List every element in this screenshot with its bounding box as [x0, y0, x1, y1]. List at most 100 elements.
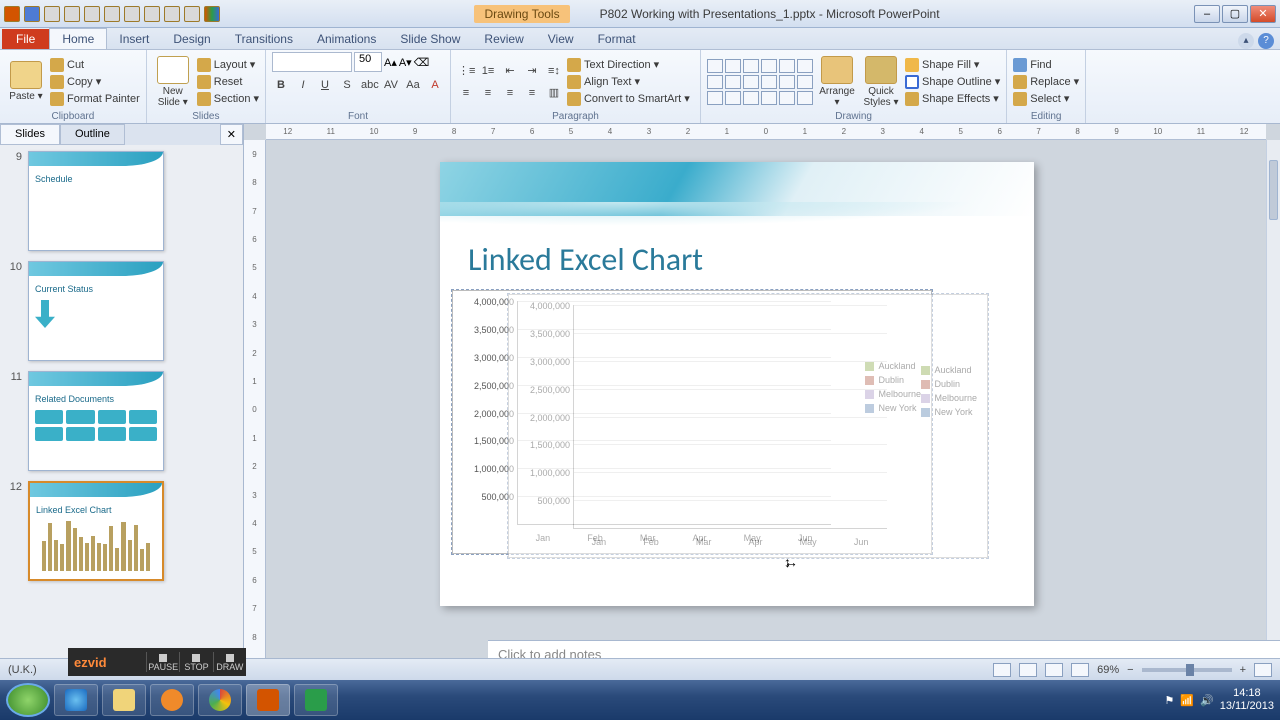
- tab-format[interactable]: Format: [586, 29, 648, 49]
- char-spacing-button[interactable]: AV: [382, 76, 400, 94]
- section-button[interactable]: Section ▾: [197, 91, 259, 107]
- italic-button[interactable]: I: [294, 76, 312, 94]
- minimize-button[interactable]: –: [1194, 5, 1220, 23]
- reset-button[interactable]: Reset: [197, 74, 259, 90]
- font-name-select[interactable]: [272, 52, 352, 72]
- shape-fill-button[interactable]: Shape Fill ▾: [905, 57, 1000, 73]
- tab-animations[interactable]: Animations: [305, 29, 388, 49]
- tab-review[interactable]: Review: [472, 29, 535, 49]
- taskbar[interactable]: ⚑ 📶 🔊 14:1813/11/2013: [0, 680, 1280, 720]
- save-icon[interactable]: [24, 6, 40, 22]
- align-text-button[interactable]: Align Text ▾: [567, 74, 690, 90]
- system-tray[interactable]: ⚑ 📶 🔊 14:1813/11/2013: [1164, 687, 1274, 713]
- font-color-button[interactable]: A: [426, 76, 444, 94]
- tab-slide-show[interactable]: Slide Show: [388, 29, 472, 49]
- slide-title[interactable]: Linked Excel Chart: [468, 240, 1034, 279]
- align-right-button[interactable]: ≡: [501, 84, 519, 102]
- tab-slides[interactable]: Slides: [0, 124, 60, 145]
- font-size-select[interactable]: 50: [354, 52, 382, 72]
- shape-outline-button[interactable]: Shape Outline ▾: [905, 74, 1000, 90]
- align-center-button[interactable]: ≡: [479, 84, 497, 102]
- find-button[interactable]: Find: [1013, 57, 1079, 73]
- slide[interactable]: Linked Excel Chart 500,0001,000,0001,500…: [440, 162, 1034, 606]
- tab-transitions[interactable]: Transitions: [223, 29, 305, 49]
- align-left-button[interactable]: ≡: [457, 84, 475, 102]
- tray-volume-icon[interactable]: 🔊: [1200, 694, 1214, 707]
- email-icon[interactable]: [124, 6, 140, 22]
- new-icon[interactable]: [84, 6, 100, 22]
- underline-button[interactable]: U: [316, 76, 334, 94]
- recorder-stop-button[interactable]: STOP: [179, 652, 212, 672]
- tray-flag-icon[interactable]: ⚑: [1164, 694, 1174, 707]
- vertical-scrollbar[interactable]: [1266, 140, 1280, 680]
- zoom-in-button[interactable]: +: [1240, 664, 1246, 676]
- paste-button[interactable]: Paste ▾: [6, 61, 46, 102]
- tab-view[interactable]: View: [536, 29, 586, 49]
- spelling-icon[interactable]: [184, 6, 200, 22]
- recorder-pause-button[interactable]: PAUSE: [146, 652, 179, 672]
- arrange-button[interactable]: Arrange ▾: [817, 56, 857, 108]
- line-spacing-button[interactable]: ≡↕: [545, 62, 563, 80]
- fit-window-button[interactable]: [1254, 663, 1272, 677]
- taskbar-clock[interactable]: 14:1813/11/2013: [1220, 687, 1274, 713]
- taskbar-powerpoint[interactable]: [246, 684, 290, 716]
- zoom-slider[interactable]: [1142, 668, 1232, 672]
- screen-recorder-overlay[interactable]: ezvid PAUSE STOP DRAW: [68, 648, 246, 676]
- shadow-button[interactable]: abc: [360, 76, 378, 94]
- chart-icon[interactable]: [204, 6, 220, 22]
- thumbnail-list[interactable]: 9 Schedule 10 Current Status 11 Related …: [0, 145, 243, 680]
- taskbar-chrome[interactable]: [198, 684, 242, 716]
- sorter-view-button[interactable]: [1019, 663, 1037, 677]
- copy-button[interactable]: Copy ▾: [50, 74, 140, 90]
- quickprint-icon[interactable]: [144, 6, 160, 22]
- new-slide-button[interactable]: New Slide ▾: [153, 56, 193, 108]
- cut-button[interactable]: Cut: [50, 57, 140, 73]
- minimize-ribbon-icon[interactable]: ▴: [1238, 33, 1254, 49]
- zoom-out-button[interactable]: −: [1127, 664, 1133, 676]
- reading-view-button[interactable]: [1045, 663, 1063, 677]
- maximize-button[interactable]: ▢: [1222, 5, 1248, 23]
- taskbar-ie[interactable]: [54, 684, 98, 716]
- shrink-font-icon[interactable]: A▾: [399, 56, 412, 69]
- quick-styles-button[interactable]: Quick Styles ▾: [861, 56, 901, 108]
- slide-thumbnail[interactable]: Schedule: [28, 151, 164, 251]
- taskbar-excel[interactable]: [294, 684, 338, 716]
- clear-format-icon[interactable]: ⌫: [414, 56, 430, 69]
- recorder-draw-button[interactable]: DRAW: [213, 652, 246, 672]
- text-direction-button[interactable]: Text Direction ▾: [567, 57, 690, 73]
- preview-icon[interactable]: [164, 6, 180, 22]
- close-button[interactable]: ✕: [1250, 5, 1276, 23]
- normal-view-button[interactable]: [993, 663, 1011, 677]
- columns-button[interactable]: ▥: [545, 84, 563, 102]
- layout-button[interactable]: Layout ▾: [197, 57, 259, 73]
- tab-design[interactable]: Design: [161, 29, 222, 49]
- tray-network-icon[interactable]: 📶: [1180, 694, 1194, 707]
- strikethrough-button[interactable]: S: [338, 76, 356, 94]
- justify-button[interactable]: ≡: [523, 84, 541, 102]
- tab-home[interactable]: Home: [49, 28, 107, 49]
- increase-indent-button[interactable]: ⇥: [523, 62, 541, 80]
- replace-button[interactable]: Replace ▾: [1013, 74, 1079, 90]
- slide-thumbnail[interactable]: Current Status: [28, 261, 164, 361]
- smartart-button[interactable]: Convert to SmartArt ▾: [567, 91, 690, 107]
- select-button[interactable]: Select ▾: [1013, 91, 1079, 107]
- zoom-level[interactable]: 69%: [1097, 664, 1119, 676]
- slide-canvas[interactable]: 1211109876543210123456789101112 98765432…: [244, 124, 1280, 680]
- format-painter-button[interactable]: Format Painter: [50, 91, 140, 107]
- decrease-indent-button[interactable]: ⇤: [501, 62, 519, 80]
- slide-thumbnail[interactable]: Related Documents: [28, 371, 164, 471]
- close-panel-icon[interactable]: ✕: [220, 124, 243, 145]
- file-tab[interactable]: File: [2, 29, 49, 49]
- shapes-gallery[interactable]: [707, 59, 813, 105]
- bullets-button[interactable]: ⋮≡: [457, 62, 475, 80]
- open-icon[interactable]: [104, 6, 120, 22]
- tab-insert[interactable]: Insert: [107, 29, 161, 49]
- start-button[interactable]: [6, 683, 50, 717]
- undo-icon[interactable]: [44, 6, 60, 22]
- shape-effects-button[interactable]: Shape Effects ▾: [905, 91, 1000, 107]
- help-icon[interactable]: ?: [1258, 33, 1274, 49]
- redo-icon[interactable]: [64, 6, 80, 22]
- bold-button[interactable]: B: [272, 76, 290, 94]
- numbering-button[interactable]: 1≡: [479, 62, 497, 80]
- status-language[interactable]: (U.K.): [8, 664, 37, 676]
